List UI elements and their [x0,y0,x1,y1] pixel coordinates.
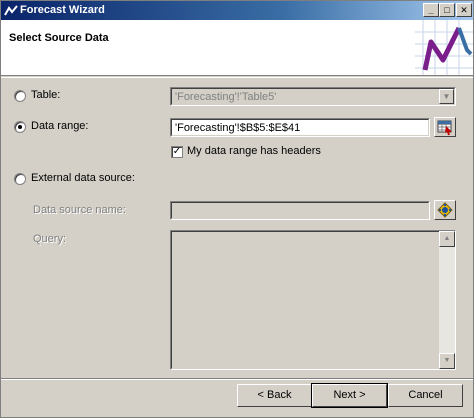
headers-checkbox[interactable]: ✓ [171,146,183,158]
data-range-radio[interactable] [14,121,26,133]
external-source-label: External data source: [31,172,135,184]
query-value [171,231,455,369]
range-picker-icon [437,120,452,135]
scroll-down-icon[interactable]: ▼ [439,353,455,369]
data-source-picker-button[interactable] [434,200,456,220]
footer-divider [1,378,473,380]
header-divider [1,77,473,78]
forecast-wizard-window: Forecast Wizard _ □ ✕ Select Source Data… [0,0,474,418]
headers-checkbox-label: My data range has headers [187,145,321,157]
page-heading: Select Source Data [9,32,109,44]
scroll-up-icon[interactable]: ▲ [439,231,455,247]
external-source-radio[interactable] [14,173,26,185]
table-label: Table: [31,89,61,101]
title-bar[interactable]: Forecast Wizard _ □ ✕ [1,1,473,20]
query-label: Query: [33,233,67,245]
table-dropdown-value: 'Forecasting'!'Table5' [171,88,455,105]
data-range-label: Data range: [31,120,89,132]
data-source-name-label: Data source name: [33,204,126,216]
cancel-button[interactable]: Cancel [388,384,463,407]
data-source-name-input[interactable] [170,201,430,220]
data-range-input[interactable]: 'Forecasting'!$B$5:$E$41 [170,118,430,137]
maximize-button[interactable]: □ [439,3,455,17]
range-select-button[interactable] [434,117,456,137]
query-textarea[interactable]: ▲ ▼ [170,230,456,370]
window-title: Forecast Wizard [20,4,105,16]
back-button[interactable]: < Back [237,384,312,407]
wizard-app-icon [4,5,18,16]
data-range-value: 'Forecasting'!$B$5:$E$41 [171,119,429,136]
chevron-down-icon[interactable]: ▼ [439,89,454,104]
query-scrollbar[interactable]: ▲ ▼ [439,231,455,369]
wizard-header: Select Source Data [1,20,473,76]
forecast-chart-icon [415,20,473,75]
data-source-icon [437,202,453,218]
table-radio[interactable] [14,90,26,102]
next-button[interactable]: Next > [311,383,388,408]
minimize-button[interactable]: _ [423,3,439,17]
table-dropdown[interactable]: 'Forecasting'!'Table5' ▼ [170,87,456,106]
close-button[interactable]: ✕ [456,3,472,17]
data-source-name-value [171,202,429,219]
